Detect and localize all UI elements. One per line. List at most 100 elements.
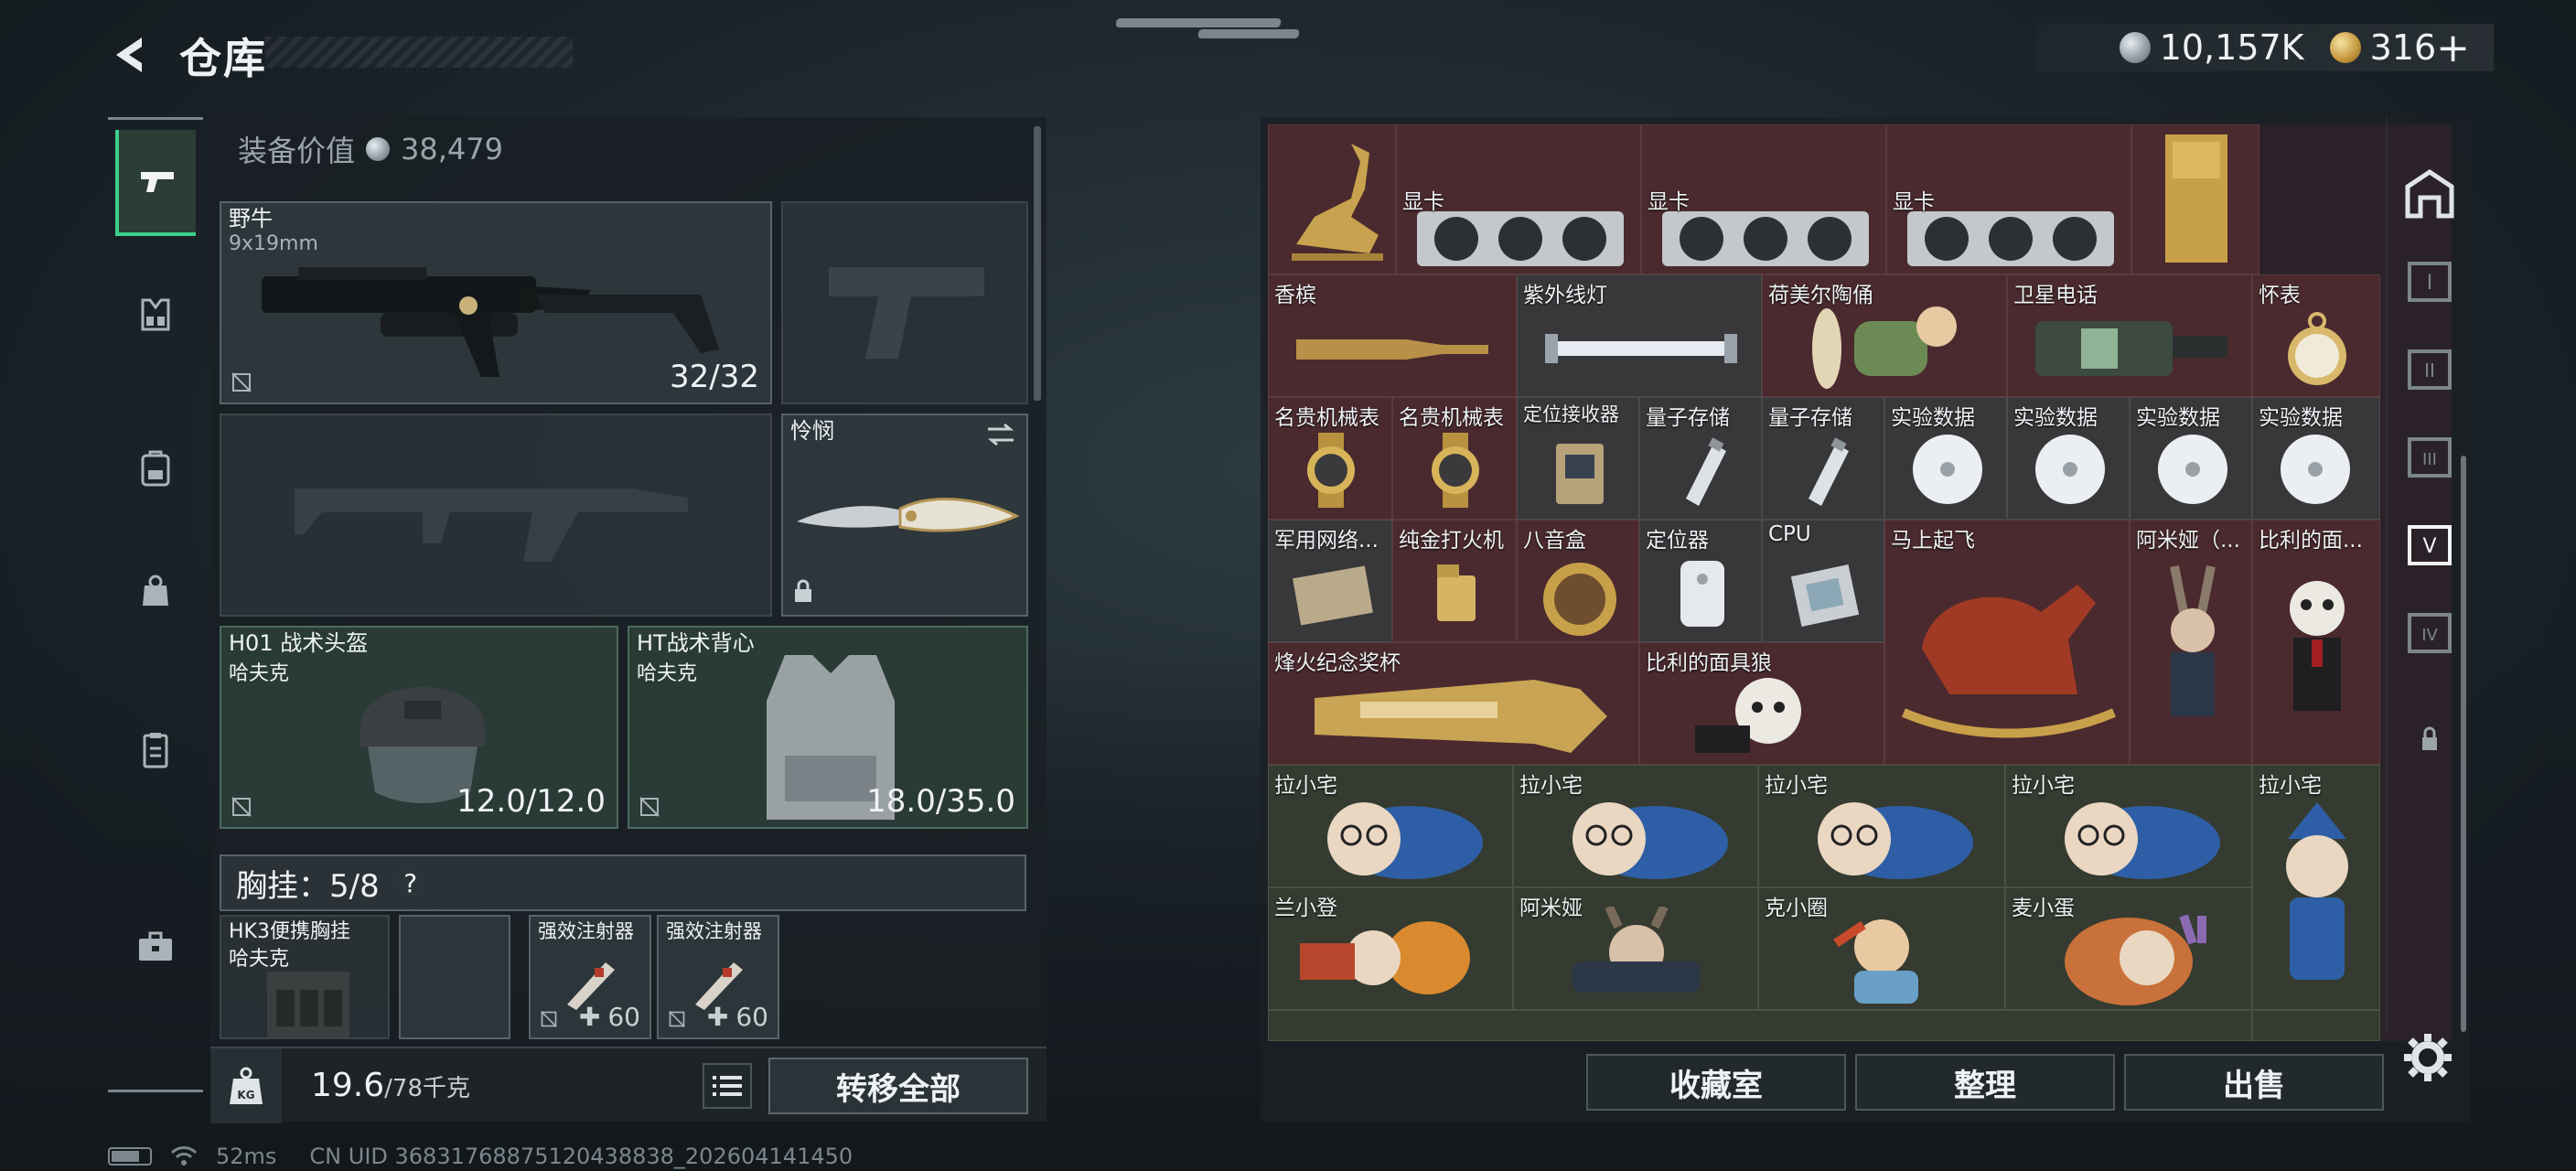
back-button[interactable]	[102, 27, 157, 82]
stash-item-gpu[interactable]: 显卡	[1396, 124, 1641, 274]
stash-item-lab-data[interactable]: 实验数据	[2252, 397, 2380, 520]
scrollbar[interactable]	[1034, 126, 1041, 401]
silver-coin-icon	[366, 137, 391, 161]
stash-item-maixiaodan[interactable]: 麦小蛋	[2005, 887, 2252, 1010]
stash-item-music-box[interactable]: 八音盒	[1517, 520, 1639, 642]
item-label: 香槟	[1274, 284, 1316, 307]
stash-item-laxiaozhai[interactable]: 拉小宅	[1268, 765, 1513, 887]
collection-room-button[interactable]: 收藏室	[1586, 1054, 1846, 1111]
vest-slot[interactable]: HT战术背心 哈夫克 18.0/35.0	[628, 626, 1028, 829]
stash-item-laxiaozhai[interactable]: 拉小宅	[2005, 765, 2252, 887]
doll-standing-image	[2286, 802, 2348, 980]
item-label: 实验数据	[2136, 406, 2220, 430]
stash-empty-row[interactable]	[1268, 1010, 2252, 1041]
stash-item-rocking-horse[interactable]: 马上起飞	[1884, 520, 2130, 765]
nav-backpack[interactable]	[115, 415, 196, 521]
trophy-image	[1315, 680, 1607, 753]
tab-stash-2[interactable]: II	[2393, 333, 2466, 406]
stash-item-lab-data[interactable]: 实验数据	[1884, 397, 2007, 520]
silver-currency: 10,157K	[2119, 27, 2304, 68]
nav-chest-rig[interactable]	[115, 262, 196, 368]
gold-amount: 316	[2369, 27, 2437, 68]
nav-medical[interactable]	[115, 697, 196, 803]
melee-slot[interactable]: 怜悯	[781, 414, 1028, 617]
stash-item-luxury-watch[interactable]: 名贵机械表	[1392, 397, 1517, 520]
add-currency-button[interactable]: +	[2436, 25, 2470, 71]
stash-item-laxiaozhai[interactable]: 拉小宅	[1758, 765, 2005, 887]
stash-item-lab-data[interactable]: 实验数据	[2130, 397, 2252, 520]
tab-stash-4[interactable]: IV	[2393, 596, 2466, 670]
item-label: 名贵机械表	[1399, 406, 1504, 430]
stash-item-gpu[interactable]: 显卡	[1641, 124, 1886, 274]
nav-pouch[interactable]	[115, 538, 196, 644]
injector-uses: ✚ 60	[707, 1002, 768, 1032]
tab-locked[interactable]	[2393, 703, 2466, 776]
injector-slot-2[interactable]: 强效注射器 ✚ 60	[657, 915, 779, 1039]
stash-item-laxiaozhai[interactable]: 拉小宅	[1513, 765, 1758, 887]
injector-slot-1[interactable]: 强效注射器 ✚ 60	[529, 915, 651, 1039]
stash-item-beacon-trophy[interactable]: 烽火纪念奖杯	[1268, 642, 1639, 765]
stash-item-locator[interactable]: 定位器	[1639, 520, 1762, 642]
item-label: 量子存储	[1646, 406, 1730, 430]
helmet-name: H01 战术头盔	[229, 630, 369, 656]
organize-button[interactable]: 整理	[1855, 1054, 2115, 1111]
tab-stash-1[interactable]: I	[2393, 245, 2466, 318]
rocking-horse-image	[1902, 585, 2116, 738]
item-label: 怀表	[2259, 284, 2301, 307]
stash-item-pocket-watch[interactable]: 怀表	[2252, 274, 2380, 397]
stash-item-satellite-phone[interactable]: 卫星电话	[2007, 274, 2252, 397]
weight-button[interactable]: KG	[210, 1048, 282, 1123]
stash-item-lab-data[interactable]: 实验数据	[2007, 397, 2130, 520]
stash-item-amiya-doll[interactable]: 阿米娅	[1513, 887, 1758, 1010]
no-insurance-icon	[639, 797, 660, 817]
stash-item-locator-receiver[interactable]: 定位接收器	[1517, 397, 1639, 520]
tab-stash-3[interactable]: III	[2393, 421, 2466, 494]
tab-all-stash[interactable]	[2393, 157, 2466, 231]
sell-button[interactable]: 出售	[2124, 1054, 2384, 1111]
stash-item-amiya[interactable]: 阿米娅（...	[2130, 520, 2252, 765]
item-label: 兰小登	[1274, 897, 1337, 920]
disc-image	[2035, 435, 2105, 504]
helmet-slot[interactable]: H01 战术头盔 哈夫克 12.0/12.0	[220, 626, 618, 829]
stash-item-uv-lamp[interactable]: 紫外线灯	[1517, 274, 1762, 397]
divider	[108, 1090, 203, 1092]
svg-text:I: I	[2427, 272, 2433, 295]
stash-item-gold-lighter[interactable]: 纯金打火机	[1392, 520, 1517, 642]
tab-stash-5[interactable]: V	[2393, 509, 2466, 582]
locator-image	[1680, 561, 1724, 627]
nav-loadout[interactable]	[115, 893, 196, 999]
list-view-button[interactable]	[703, 1063, 752, 1109]
secondary-weapon-slot-empty[interactable]	[220, 414, 772, 617]
primary-weapon-slot[interactable]: 野牛 9x19mm 32/32	[220, 201, 772, 404]
stash-item-luxury-watch[interactable]: 名贵机械表	[1268, 397, 1392, 520]
stash-item-quantum-storage[interactable]: 量子存储	[1639, 397, 1762, 520]
stash-item-gpu[interactable]: 显卡	[1886, 124, 2131, 274]
nav-weapons[interactable]	[115, 130, 196, 236]
chest-rig-empty-slot[interactable]	[399, 915, 510, 1039]
stash-item-figurine[interactable]: 荷美尔陶俑	[1762, 274, 2007, 397]
stash-item-billy-mask[interactable]: 比利的面...	[2252, 520, 2380, 765]
stash-item-kexiaoquan[interactable]: 克小圈	[1758, 887, 2005, 1010]
pistol-slot-empty[interactable]	[781, 201, 1028, 404]
stash-item-deer-statue[interactable]	[1268, 124, 1396, 274]
stash-item-champagne[interactable]: 香槟	[1268, 274, 1517, 397]
swap-icon[interactable]	[984, 421, 1017, 448]
help-button[interactable]: ?	[392, 865, 429, 901]
stash-item-network-device[interactable]: 军用网络...	[1268, 520, 1392, 642]
stash-item-quantum-storage[interactable]: 量子存储	[1762, 397, 1884, 520]
gold-coin-icon	[2329, 32, 2361, 63]
stash-empty-cell[interactable]	[2252, 1010, 2380, 1041]
no-insurance-icon	[541, 1011, 557, 1027]
stash-item-billy-wolf[interactable]: 比利的面具狼	[1639, 642, 1884, 765]
transfer-all-button[interactable]: 转移全部	[768, 1058, 1028, 1114]
no-insurance-icon	[231, 372, 252, 392]
svg-text:V: V	[2422, 535, 2436, 558]
chest-rig-slot[interactable]: HK3便携胸挂 哈夫克	[220, 915, 390, 1039]
backpack-icon	[141, 450, 170, 487]
settings-gear-icon[interactable]	[2399, 1028, 2457, 1087]
stash-item-lanxiaodeng[interactable]: 兰小登	[1268, 887, 1513, 1010]
stash-item-cpu[interactable]: CPU	[1762, 520, 1884, 642]
stash-item-gold-bar[interactable]	[2131, 124, 2259, 274]
item-label: 卫星电话	[2013, 284, 2098, 307]
stash-item-laxiaozhai[interactable]: 拉小宅	[2252, 765, 2380, 1010]
